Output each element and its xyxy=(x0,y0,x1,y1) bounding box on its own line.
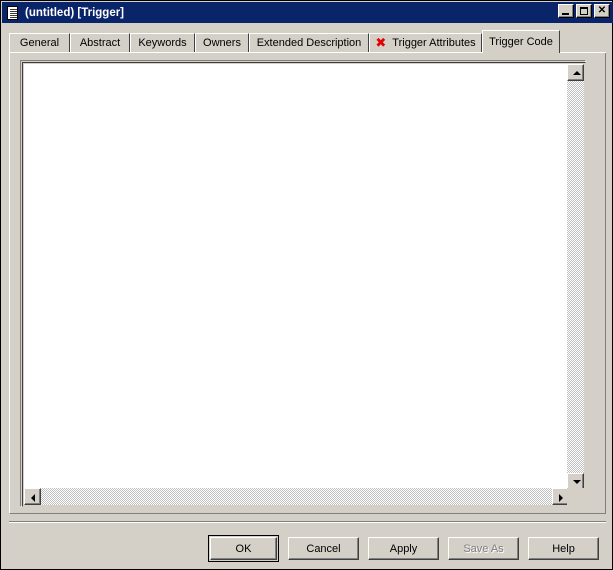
minimize-icon xyxy=(559,5,573,17)
button-label: Cancel xyxy=(306,542,341,555)
tab-trigger-code[interactable]: Trigger Code xyxy=(482,30,560,53)
window-title: (untitled) [Trigger] xyxy=(25,6,125,19)
vertical-scrollbar[interactable] xyxy=(567,64,584,490)
chevron-right-icon xyxy=(553,489,568,504)
vertical-scroll-track[interactable] xyxy=(567,81,584,473)
apply-button[interactable]: Apply xyxy=(368,537,439,560)
help-button[interactable]: Help xyxy=(528,537,599,560)
button-label: Apply xyxy=(389,542,418,555)
error-x-icon: ✖ xyxy=(375,35,387,51)
scroll-left-button[interactable] xyxy=(24,488,41,505)
tab-label: Abstract xyxy=(79,37,121,49)
trigger-properties-window: (untitled) [Trigger] ✕ General Abstract … xyxy=(0,0,613,570)
maximize-icon xyxy=(577,5,591,17)
chevron-left-icon xyxy=(25,489,40,504)
button-bar-separator xyxy=(9,521,606,523)
trigger-code-editor-inner xyxy=(22,62,586,507)
chevron-down-icon xyxy=(568,474,583,489)
document-icon xyxy=(6,5,20,20)
tab-keywords[interactable]: Keywords xyxy=(130,33,195,52)
horizontal-scrollbar[interactable] xyxy=(24,488,569,505)
trigger-code-editor-frame xyxy=(20,60,586,507)
close-button[interactable]: ✕ xyxy=(594,4,610,18)
tab-trigger-attributes[interactable]: ✖ Trigger Attributes xyxy=(369,33,482,52)
horizontal-scroll-track[interactable] xyxy=(41,488,552,505)
button-label: OK xyxy=(235,542,252,555)
tab-label: Keywords xyxy=(138,37,187,49)
tab-owners[interactable]: Owners xyxy=(195,33,249,52)
minimize-button[interactable] xyxy=(558,4,574,18)
close-icon: ✕ xyxy=(597,5,607,16)
tab-extended-description[interactable]: Extended Description xyxy=(249,33,369,52)
cancel-button[interactable]: Cancel xyxy=(288,537,359,560)
tab-label: Owners xyxy=(203,37,241,49)
tab-bar: General Abstract Keywords Owners Extende… xyxy=(9,30,606,53)
ok-button[interactable]: OK xyxy=(208,535,279,562)
tab-abstract[interactable]: Abstract xyxy=(70,33,130,52)
title-bar[interactable]: (untitled) [Trigger] ✕ xyxy=(2,2,613,23)
tab-label: Trigger Attributes xyxy=(392,37,476,49)
chevron-up-icon xyxy=(568,65,583,80)
tab-label: General xyxy=(19,37,60,49)
trigger-code-editor[interactable] xyxy=(24,64,569,490)
maximize-button[interactable] xyxy=(576,4,592,18)
tab-label: Extended Description xyxy=(256,37,362,49)
button-label: Help xyxy=(552,542,575,555)
button-label: Save As xyxy=(463,542,504,555)
save-as-button[interactable]: Save As xyxy=(448,537,519,560)
scrollbar-corner xyxy=(567,488,584,505)
scroll-up-button[interactable] xyxy=(567,64,584,81)
tab-general[interactable]: General xyxy=(9,33,70,52)
tab-label: Trigger Code xyxy=(489,36,553,48)
window-controls: ✕ xyxy=(558,4,610,18)
